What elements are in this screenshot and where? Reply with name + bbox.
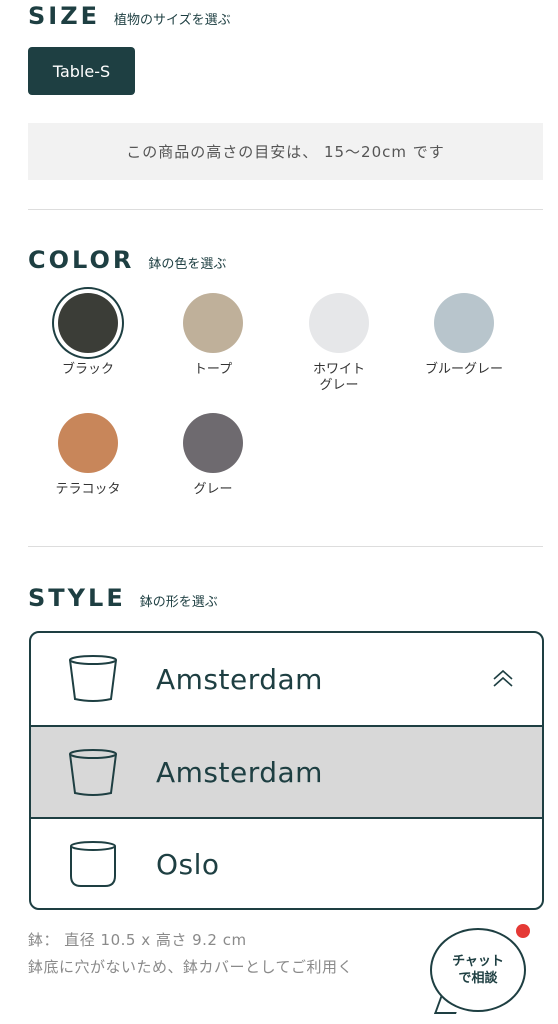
chat-bubble[interactable]: チャット で相談 (430, 928, 526, 1012)
chat-label-line2: で相談 (458, 971, 498, 986)
color-section-header: COLOR 鉢の色を選ぶ (28, 246, 226, 274)
height-note: この商品の高さの目安は、 15〜20cm です (28, 123, 543, 180)
style-option-label: Oslo (156, 847, 220, 881)
size-section-header: SIZE 植物のサイズを選ぶ (28, 2, 231, 30)
style-section-header: STYLE 鉢の形を選ぶ (28, 584, 218, 612)
divider (28, 546, 543, 547)
color-label: トープ (193, 362, 233, 377)
color-swatch[interactable] (309, 293, 369, 353)
color-label: ホワイト グレー (312, 362, 365, 393)
chat-button[interactable]: チャット で相談 (426, 922, 536, 1022)
pot-icon (69, 655, 117, 702)
size-subtitle: 植物のサイズを選ぶ (114, 13, 231, 28)
color-option-taupe[interactable]: トープ (153, 293, 273, 378)
notification-dot (516, 924, 530, 938)
style-option-label: Amsterdam (156, 755, 323, 789)
color-swatch[interactable] (58, 413, 118, 473)
color-title: COLOR (28, 246, 135, 274)
color-option-black[interactable]: ブラック (28, 293, 148, 378)
style-selected-label: Amsterdam (156, 662, 323, 696)
color-label: グレー (193, 482, 233, 497)
color-swatch[interactable] (434, 293, 494, 353)
color-option-gray[interactable]: グレー (153, 413, 273, 498)
chat-label-line1: チャット (452, 954, 504, 969)
pot-icon (69, 749, 117, 796)
divider (28, 209, 543, 210)
style-option-amsterdam[interactable]: Amsterdam (31, 725, 542, 817)
style-option-oslo[interactable]: Oslo (31, 817, 542, 908)
style-dropdown-selected[interactable]: Amsterdam (31, 633, 542, 725)
color-subtitle: 鉢の色を選ぶ (148, 257, 227, 272)
pot-icon (70, 841, 116, 887)
color-swatch[interactable] (183, 293, 243, 353)
color-label: ブラック (61, 362, 114, 377)
color-option-blue-gray[interactable]: ブルーグレー (404, 293, 524, 378)
color-swatch[interactable] (183, 413, 243, 473)
style-dropdown[interactable]: Amsterdam Amsterdam Oslo (29, 631, 544, 910)
size-title: SIZE (28, 2, 101, 30)
color-option-terracotta[interactable]: テラコッタ (28, 413, 148, 498)
style-title: STYLE (28, 584, 126, 612)
spec-dimensions: 鉢： 直径 10.5 x 高さ 9.2 cm (28, 931, 247, 949)
color-option-white-gray[interactable]: ホワイト グレー (279, 293, 399, 394)
color-label: テラコッタ (55, 482, 121, 497)
size-option-table-s[interactable]: Table-S (28, 47, 135, 95)
spec-note: 鉢底に穴がないため、鉢カバーとしてご利用く (28, 958, 354, 976)
style-subtitle: 鉢の形を選ぶ (139, 595, 218, 610)
chevron-up-icon[interactable] (492, 667, 514, 689)
color-label: ブルーグレー (424, 362, 503, 377)
color-swatch[interactable] (58, 293, 118, 353)
